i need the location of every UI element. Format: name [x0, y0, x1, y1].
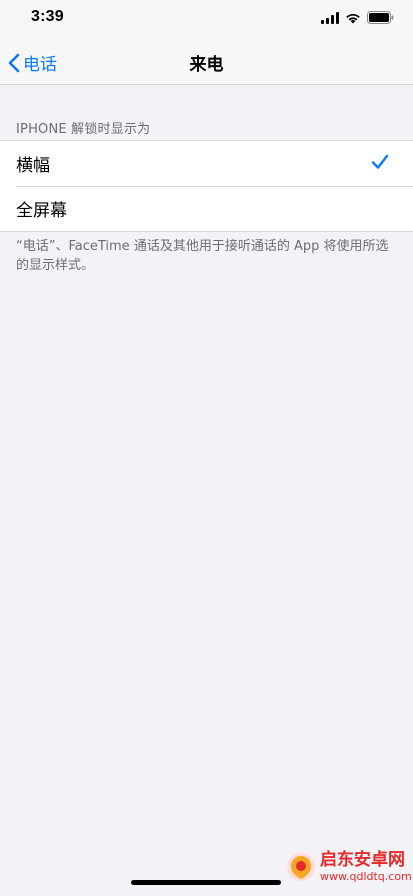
option-banner[interactable]: 横幅: [0, 141, 413, 186]
home-indicator[interactable]: [131, 880, 281, 885]
page-title: 来电: [189, 55, 224, 75]
status-time: 3:39: [31, 8, 64, 25]
option-full-screen[interactable]: 全屏幕: [0, 186, 413, 231]
checkmark-icon: [371, 154, 389, 169]
option-label: 全屏幕: [16, 201, 67, 221]
signal-icon: [321, 11, 339, 24]
watermark-title: 启东安卓网: [320, 850, 405, 870]
watermark-url: www.qdldtq.com: [320, 870, 412, 883]
section-footer: “电话”、FaceTime 通话及其他用于接听通话的 App 将使用所选的显示样…: [16, 239, 389, 273]
logo-icon: [287, 853, 315, 881]
navigation-bar: 电话 来电: [0, 36, 413, 85]
wifi-icon: [346, 13, 360, 23]
section-header: IPHONE 解锁时显示为: [16, 122, 151, 137]
battery-icon: [367, 11, 394, 24]
display-style-options: 横幅 全屏幕: [0, 140, 413, 232]
status-bar: 3:39: [0, 0, 413, 36]
watermark: 启东安卓网 www.qdldtq.com: [286, 852, 412, 882]
option-label: 横幅: [16, 156, 50, 176]
status-icons: [321, 11, 394, 24]
